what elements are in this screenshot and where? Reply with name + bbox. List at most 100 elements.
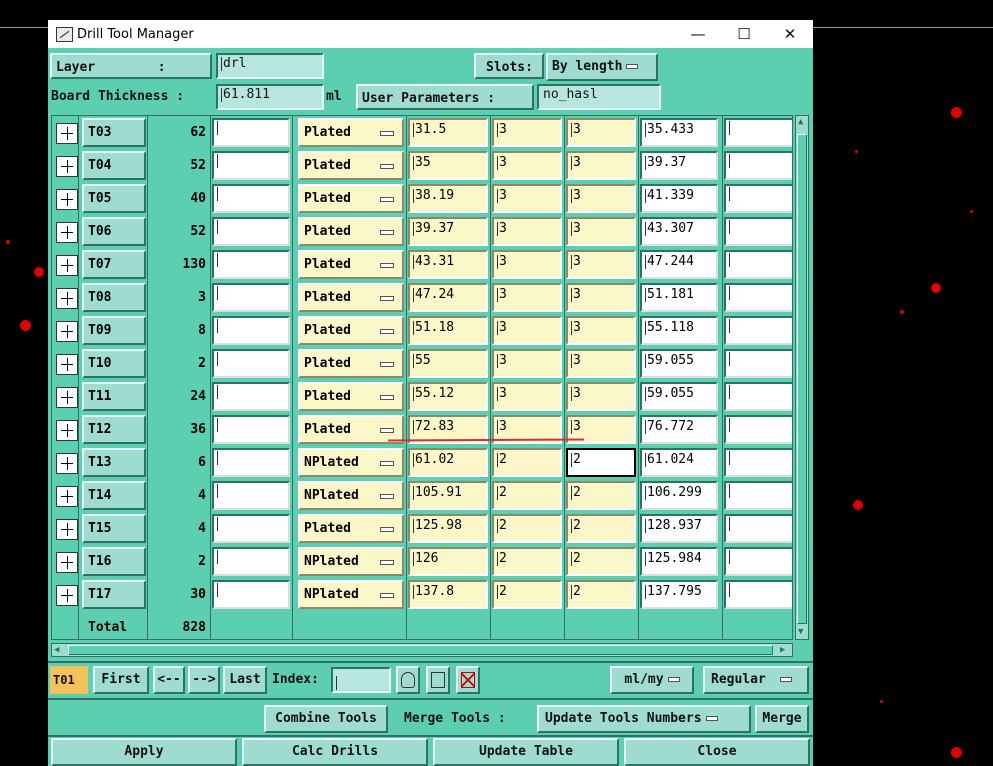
- user-parameters-field[interactable]: no_hasl: [537, 84, 661, 110]
- tool-name-button[interactable]: T13: [82, 448, 146, 477]
- drill-size-field[interactable]: 126: [408, 547, 488, 576]
- minus-tol-field[interactable]: 3: [566, 217, 636, 246]
- empty-field[interactable]: [212, 151, 290, 180]
- finish-size-field[interactable]: 35.433: [640, 118, 718, 147]
- plus-tol-field[interactable]: 3: [492, 382, 562, 411]
- layer-field[interactable]: drl: [216, 53, 324, 79]
- empty-field[interactable]: [724, 547, 792, 576]
- empty-field[interactable]: [724, 184, 792, 213]
- plus-tol-field[interactable]: 2: [492, 448, 562, 477]
- plus-tol-field[interactable]: 3: [492, 217, 562, 246]
- finish-size-field[interactable]: 59.055: [640, 349, 718, 378]
- close-button[interactable]: Close: [624, 738, 810, 766]
- empty-field[interactable]: [724, 217, 792, 246]
- drill-size-field[interactable]: 47.24: [408, 283, 488, 312]
- expand-icon[interactable]: [56, 222, 78, 243]
- plus-tol-field[interactable]: 3: [492, 151, 562, 180]
- vertical-scrollbar[interactable]: ▲ ▼: [795, 115, 809, 640]
- empty-field[interactable]: [212, 448, 290, 477]
- minus-tol-field[interactable]: 3: [566, 250, 636, 279]
- expand-icon[interactable]: [56, 585, 78, 606]
- minus-tol-field[interactable]: 2: [566, 580, 636, 609]
- drill-size-field[interactable]: 61.02: [408, 448, 488, 477]
- tool-name-button[interactable]: T05: [82, 184, 146, 213]
- empty-field[interactable]: [724, 580, 792, 609]
- finish-size-field[interactable]: 106.299: [640, 481, 718, 510]
- finish-size-field[interactable]: 76.772: [640, 415, 718, 444]
- prev-button[interactable]: <--: [153, 666, 185, 694]
- finish-size-field[interactable]: 55.118: [640, 316, 718, 345]
- finish-size-field[interactable]: 41.339: [640, 184, 718, 213]
- empty-field[interactable]: [724, 349, 792, 378]
- merge-button[interactable]: Merge: [755, 705, 809, 733]
- expand-icon[interactable]: [56, 486, 78, 507]
- tool-name-button[interactable]: T06: [82, 217, 146, 246]
- minus-tol-field[interactable]: 2: [566, 547, 636, 576]
- tool-type-dropdown[interactable]: Plated: [298, 250, 404, 279]
- drill-size-field[interactable]: 43.31: [408, 250, 488, 279]
- units-dropdown[interactable]: ml/my: [610, 666, 694, 694]
- plus-tol-field[interactable]: 3: [492, 349, 562, 378]
- delete-button[interactable]: [456, 666, 480, 694]
- scroll-left-icon[interactable]: ◀: [54, 644, 59, 656]
- tool-type-dropdown[interactable]: NPlated: [298, 580, 404, 609]
- merge-mode-dropdown[interactable]: Update Tools Numbers: [537, 705, 751, 733]
- expand-icon[interactable]: [56, 321, 78, 342]
- empty-field[interactable]: [724, 514, 792, 543]
- empty-field[interactable]: [212, 217, 290, 246]
- tool-type-dropdown[interactable]: NPlated: [298, 481, 404, 510]
- tool-type-dropdown[interactable]: Plated: [298, 349, 404, 378]
- drill-size-field[interactable]: 51.18: [408, 316, 488, 345]
- horizontal-scrollbar[interactable]: ◀ ▶: [51, 643, 793, 657]
- tool-name-button[interactable]: T09: [82, 316, 146, 345]
- empty-field[interactable]: [212, 316, 290, 345]
- update-table-button[interactable]: Update Table: [433, 738, 619, 766]
- bulb-button[interactable]: [396, 666, 420, 694]
- empty-field[interactable]: [724, 316, 792, 345]
- apply-button[interactable]: Apply: [51, 738, 237, 766]
- title-bar[interactable]: Drill Tool Manager — ☐ ✕: [48, 20, 813, 48]
- empty-field[interactable]: [212, 415, 290, 444]
- next-button[interactable]: -->: [188, 666, 220, 694]
- empty-field[interactable]: [724, 481, 792, 510]
- empty-field[interactable]: [212, 250, 290, 279]
- plus-tol-field[interactable]: 2: [492, 547, 562, 576]
- tool-type-dropdown[interactable]: Plated: [298, 184, 404, 213]
- plus-tol-field[interactable]: 3: [492, 316, 562, 345]
- drill-size-field[interactable]: 55: [408, 349, 488, 378]
- expand-icon[interactable]: [56, 288, 78, 309]
- slots-dropdown[interactable]: By length: [546, 53, 658, 81]
- minus-tol-field[interactable]: 2: [566, 448, 636, 477]
- empty-field[interactable]: [724, 382, 792, 411]
- minus-tol-field[interactable]: 3: [566, 151, 636, 180]
- finish-size-field[interactable]: 59.055: [640, 382, 718, 411]
- expand-icon[interactable]: [56, 420, 78, 441]
- finish-size-field[interactable]: 61.024: [640, 448, 718, 477]
- drill-size-field[interactable]: 125.98: [408, 514, 488, 543]
- empty-field[interactable]: [724, 448, 792, 477]
- maximize-button[interactable]: ☐: [721, 20, 767, 48]
- vertical-scroll-thumb[interactable]: [797, 134, 807, 624]
- expand-icon[interactable]: [56, 123, 78, 144]
- expand-icon[interactable]: [56, 156, 78, 177]
- tool-type-dropdown[interactable]: Plated: [298, 217, 404, 246]
- board-thickness-field[interactable]: 61.811: [216, 84, 324, 110]
- finish-size-field[interactable]: 128.937: [640, 514, 718, 543]
- finish-size-field[interactable]: 43.307: [640, 217, 718, 246]
- scroll-right-icon[interactable]: ▶: [780, 644, 785, 656]
- scroll-down-icon[interactable]: ▼: [798, 626, 803, 638]
- empty-field[interactable]: [212, 283, 290, 312]
- tool-name-button[interactable]: T07: [82, 250, 146, 279]
- drill-size-field[interactable]: 38.19: [408, 184, 488, 213]
- tool-name-button[interactable]: T08: [82, 283, 146, 312]
- index-field[interactable]: [331, 667, 391, 693]
- expand-icon[interactable]: [56, 354, 78, 375]
- drill-size-field[interactable]: 31.5: [408, 118, 488, 147]
- empty-field[interactable]: [212, 382, 290, 411]
- drill-size-field[interactable]: 35: [408, 151, 488, 180]
- expand-icon[interactable]: [56, 189, 78, 210]
- plus-tol-field[interactable]: 2: [492, 514, 562, 543]
- expand-icon[interactable]: [56, 453, 78, 474]
- tool-name-button[interactable]: T16: [82, 547, 146, 576]
- drill-size-field[interactable]: 39.37: [408, 217, 488, 246]
